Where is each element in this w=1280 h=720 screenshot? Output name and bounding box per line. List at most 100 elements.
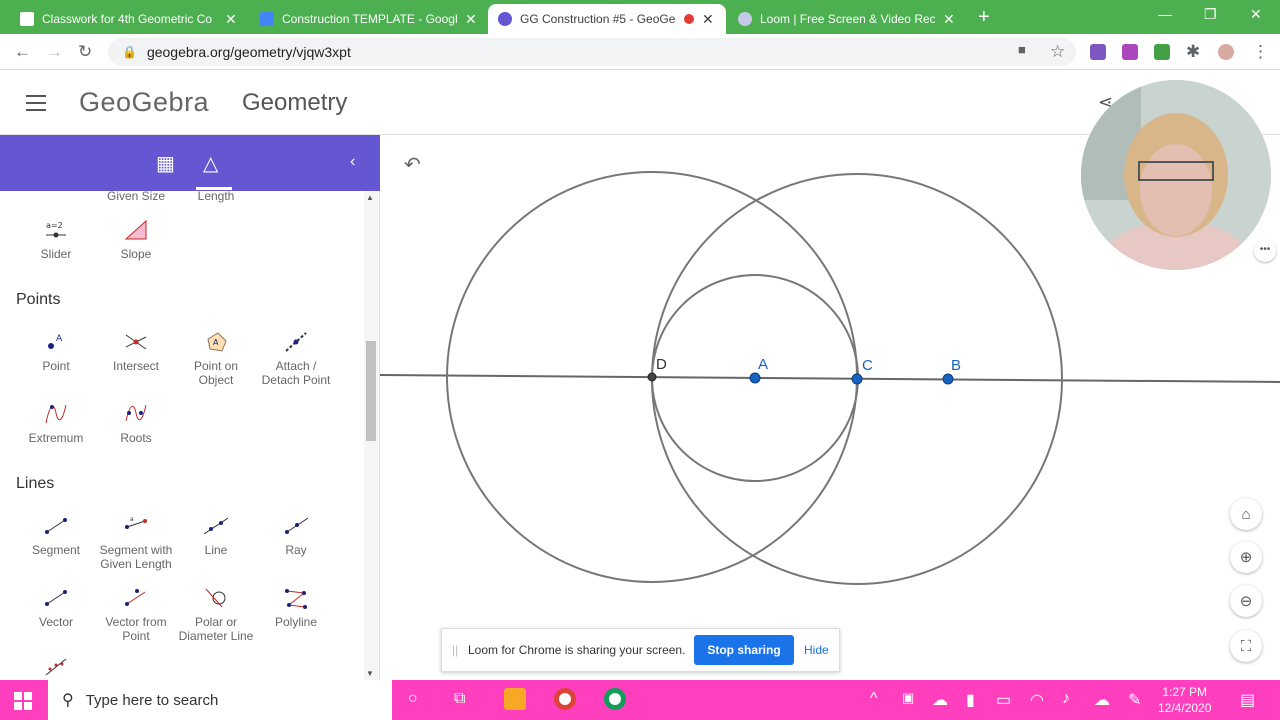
url-field[interactable]: 🔒 geogebra.org/geometry/vjqw3xpt [108,38,1076,66]
tool-slider[interactable]: a=2 Slider [16,219,96,261]
cortana-icon[interactable]: ○ [408,690,418,708]
tool-extremum[interactable]: Extremum [16,403,96,445]
file-explorer-icon[interactable] [504,688,526,710]
chrome-menu-icon[interactable]: ⋮ [1252,42,1269,62]
tab-title: Construction TEMPLATE - Google [282,12,457,26]
forward-icon[interactable]: → [46,42,63,62]
avatar[interactable] [1218,44,1234,60]
extensions-puzzle-icon[interactable]: ✱ [1186,42,1200,62]
tool-polyline[interactable]: Polyline [256,587,336,629]
close-icon[interactable]: ✕ [702,11,714,28]
scroll-up-icon[interactable]: ▲ [366,193,374,202]
tool-polar-line[interactable]: Polar or Diameter Line [176,587,256,643]
point-d[interactable] [647,372,657,382]
drag-handle-icon[interactable]: || [452,643,458,657]
tool-slope[interactable]: Slope [96,219,176,261]
extension-icon[interactable] [1090,44,1106,60]
svg-text:a: a [130,516,134,523]
scrollbar-thumb[interactable] [366,341,376,441]
point-c[interactable] [851,373,863,385]
notifications-icon[interactable]: ▤ [1240,690,1255,710]
close-icon[interactable]: ✕ [225,11,237,28]
scroll-down-icon[interactable]: ▼ [366,669,374,678]
zoom-in-icon[interactable]: ⊕ [1230,541,1262,573]
more-options-icon[interactable]: ••• [1254,240,1276,262]
webcam-bubble[interactable] [1081,80,1271,270]
tool-ray[interactable]: Ray [256,515,336,557]
bookmark-star-icon[interactable]: ☆ [1050,42,1065,62]
hide-button[interactable]: Hide [804,643,829,657]
camera-icon[interactable]: ■ [1018,42,1026,57]
line-through-points[interactable] [380,374,1280,383]
tool-roots[interactable]: Roots [96,403,176,445]
battery-icon[interactable]: ▭ [996,690,1011,710]
microphone-icon[interactable]: ▮ [966,690,975,710]
label-b: B [951,357,961,374]
tool-point-on-object[interactable]: A Point on Object [176,331,256,387]
tab-gg-construction[interactable]: GG Construction #5 - GeoGe ✕ [488,4,726,34]
close-icon[interactable]: ✕ [943,11,955,28]
extension-icon[interactable] [1154,44,1170,60]
geogebra-logo[interactable]: GeoGebra [79,87,209,118]
best-fit-icon [45,658,67,676]
geometry-icon[interactable]: △ [203,151,218,176]
pen-icon[interactable]: ✎ [1128,690,1141,710]
tool-length[interactable]: Length [176,191,256,203]
fullscreen-icon[interactable]: ⛶ [1230,630,1262,662]
windows-taskbar: ⚲ Type here to search ○ ⧉ ^ ▣ ☁ ▮ ▭ ◠ ♪ … [0,680,1280,720]
url-text: geogebra.org/geometry/vjqw3xpt [146,44,351,60]
loom-icon [738,12,752,26]
calculator-icon[interactable]: ▦ [156,151,175,176]
chrome-profile-icon[interactable] [604,688,626,710]
taskbar-clock[interactable]: 1:27 PM 12/4/2020 [1158,684,1211,716]
tool-best-fit[interactable] [16,655,96,680]
tool-point[interactable]: A Point [16,331,96,373]
task-view-icon[interactable]: ⧉ [454,690,465,708]
tool-segment-given-length[interactable]: a Segment with Given Length [96,515,176,571]
docs-icon [260,12,274,26]
back-icon[interactable]: ← [14,42,31,62]
point-b[interactable] [942,373,954,385]
close-window-icon[interactable]: ✕ [1250,6,1262,23]
tab-title: GG Construction #5 - GeoGe [520,12,676,26]
geogebra-icon [498,12,512,26]
point-a[interactable] [749,372,761,384]
new-tab-icon[interactable]: + [978,6,990,29]
stop-sharing-button[interactable]: Stop sharing [694,635,794,665]
roots-icon [125,404,147,422]
windows-icon[interactable] [14,692,32,710]
cloud-upload-icon[interactable]: ☁ [1094,690,1110,710]
reload-icon[interactable]: ↻ [78,42,92,62]
tab-loom[interactable]: Loom | Free Screen & Video Rec ✕ [728,4,966,34]
tool-intersect[interactable]: Intersect [96,331,176,373]
tab-classwork[interactable]: Classwork for 4th Geometric Co ✕ [10,4,248,34]
panel-scrollbar[interactable]: ▲ ▼ [364,191,378,680]
home-icon[interactable]: ⌂ [1230,498,1262,530]
tool-vector-from-point[interactable]: Vector from Point [96,587,176,643]
tool-attach-detach[interactable]: Attach / Detach Point [256,331,336,387]
chrome-icon[interactable] [554,688,576,710]
tool-segment[interactable]: Segment [16,515,96,557]
tab-construction-template[interactable]: Construction TEMPLATE - Google ✕ [250,4,488,34]
menu-icon[interactable] [26,95,46,116]
classroom-icon [20,12,34,26]
tab-title: Loom | Free Screen & Video Rec [760,12,935,26]
taskbar-search[interactable]: ⚲ Type here to search [48,680,392,720]
volume-icon[interactable]: ♪ [1062,690,1070,708]
onedrive-icon[interactable]: ☁ [932,690,948,710]
show-hidden-icons-icon[interactable]: ^ [870,690,878,708]
tool-given-size[interactable]: Given Size [96,191,176,203]
wifi-icon[interactable]: ◠ [1030,690,1044,710]
tool-vector[interactable]: Vector [16,587,96,629]
close-icon[interactable]: ✕ [465,11,477,28]
active-tab-indicator [196,187,232,190]
undo-icon[interactable]: ↶ [404,152,421,177]
minimize-icon[interactable]: — [1158,6,1172,22]
zoom-out-icon[interactable]: ⊖ [1230,585,1262,617]
restore-icon[interactable]: ❐ [1204,6,1217,23]
extension-icon[interactable] [1122,44,1138,60]
polar-line-icon [205,588,226,608]
tool-line[interactable]: Line [176,515,256,557]
collapse-icon[interactable]: ‹ [350,153,355,171]
meet-icon[interactable]: ▣ [902,690,914,706]
